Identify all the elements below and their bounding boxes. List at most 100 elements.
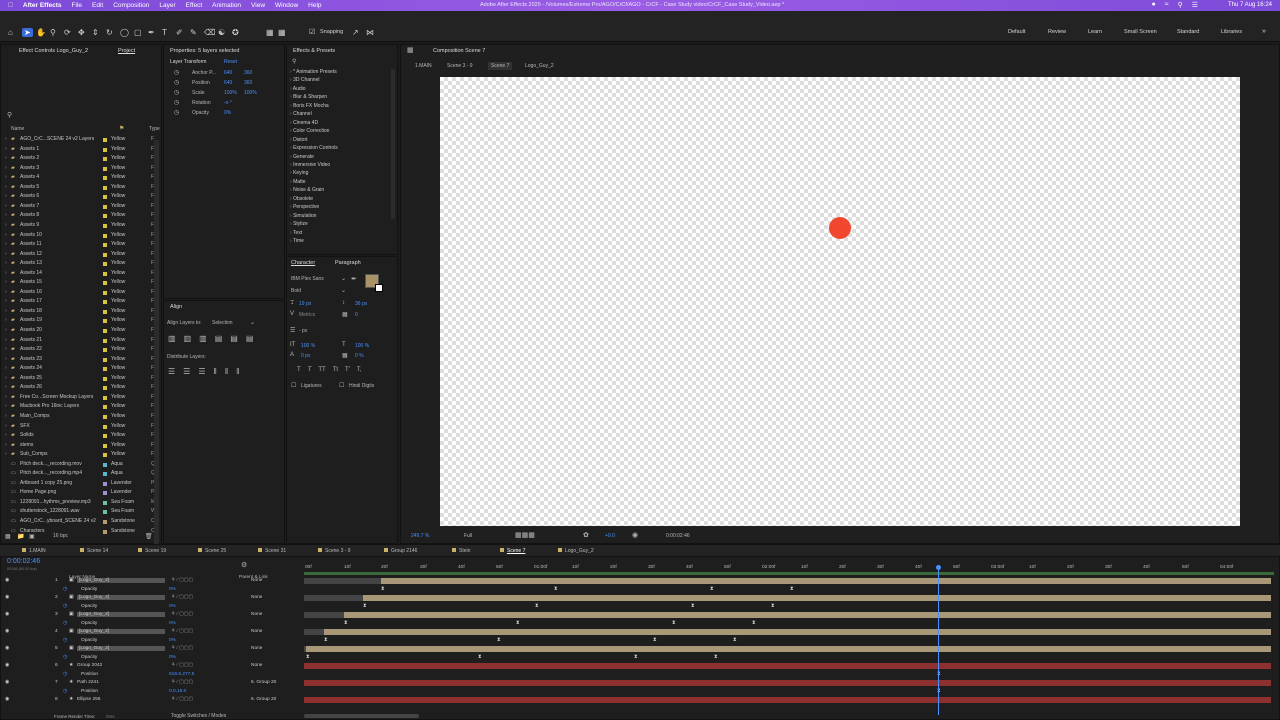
col-header-name[interactable]: Name [11,126,24,132]
breadcrumb-main[interactable]: 1.MAIN [415,63,432,69]
effect-category[interactable]: › Audio [290,86,306,92]
layer-switches[interactable]: ⚘ ∕ ▢▢▢ [171,645,193,651]
list-item[interactable]: › ▰ Sub_Comps Yellow F [3,451,159,461]
snap-option-icon[interactable]: ↗ [352,28,359,37]
superscript-icon[interactable]: T' [345,367,350,373]
puppet-tool-icon[interactable]: ✪ [232,28,239,37]
property-row[interactable]: ◷ Opacity 0% [1,620,301,629]
label-swatch[interactable] [103,204,107,209]
effect-category[interactable]: › Generate [290,154,314,160]
layer-row[interactable]: ◉ 8 ★ Ellipse 256 ⚘ ∕ ▢▢▢ 6. Group 20 [1,696,301,705]
tab-character[interactable]: Character [291,260,315,266]
disclosure-triangle-icon[interactable]: › [5,413,7,419]
rectangle-tool-icon[interactable]: ▢ [134,28,142,37]
tab-scene-3-9[interactable]: Scene 3 - 9 [318,548,351,554]
stopwatch-icon[interactable]: ◷ [174,109,179,116]
effect-category[interactable]: › Noise & Grain [290,187,324,193]
keyframe-icon[interactable]: ⧗ [306,654,310,660]
hand-tool-icon[interactable]: ✋ [36,28,46,37]
keyframe-icon[interactable]: ⧗ [554,586,558,592]
zoom-select[interactable]: 249.7 % [411,533,429,539]
property-value[interactable]: 0% [169,587,176,592]
keyframe-icon[interactable]: ⧗ [363,603,367,609]
list-item[interactable]: › ▰ Assets 8 Yellow F [3,212,159,222]
tab-stein[interactable]: Stein [452,548,470,554]
label-swatch[interactable] [103,195,107,200]
property-row[interactable]: ◷ Opacity 0% [1,637,301,646]
tracking-field[interactable]: 0 [355,312,358,318]
label-swatch[interactable] [103,271,107,276]
layer-duration-bar[interactable] [381,578,1271,584]
label-swatch[interactable] [103,529,107,534]
property-row[interactable]: ◷ Position 0.0,15.0 [1,688,301,697]
property-value[interactable]: 616.6,277.5 [169,672,194,677]
list-item[interactable]: › ▰ Assets 21 Yellow F [3,337,159,347]
layer-duration-bar[interactable] [304,680,1271,686]
record-icon[interactable]: ● [1152,1,1156,9]
effect-category[interactable]: › Blur & Sharpen [290,94,327,100]
breadcrumb-logo-guy[interactable]: Logo_Guy_2 [525,63,554,69]
layer-switches[interactable]: ⚘ ∕ ▢▢▢ [171,577,193,583]
stopwatch-icon[interactable]: ◷ [63,671,67,677]
vertical-scale-field[interactable]: 100 % [301,343,315,349]
snap-option-2-icon[interactable]: ⋈ [366,28,374,37]
list-item[interactable]: ▭ AGO_CrC...yboard_SCENE 24 v2 Sandstone C [3,518,159,528]
workspace-libraries[interactable]: Libraries [1221,29,1242,35]
font-size-field[interactable]: 19 px [299,301,311,307]
effect-category[interactable]: › Matte [290,179,306,185]
effect-category[interactable]: › Obsolete [290,196,313,202]
keyframe-icon[interactable]: ⧗ [653,637,657,643]
disclosure-triangle-icon[interactable]: › [5,317,7,323]
disclosure-triangle-icon[interactable]: › [5,222,7,228]
menu-animation[interactable]: Animation [212,2,241,9]
faux-bold-icon[interactable]: T [297,367,301,373]
tab-scene-14[interactable]: Scene 14 [80,548,108,554]
property-value[interactable]: 100% [224,90,237,96]
list-item[interactable]: › ▰ Assets 1 Yellow F [3,146,159,156]
label-swatch[interactable] [103,185,107,190]
eye-icon[interactable]: ◉ [5,594,9,600]
disclosure-triangle-icon[interactable]: › [5,375,7,381]
keyframe-icon[interactable]: ⧗ [752,620,756,626]
layer-name[interactable]: [Logo_Guy_2] [77,578,165,583]
eyedropper-icon[interactable]: ✒ [351,275,357,283]
tab-scene-25[interactable]: Scene 25 [198,548,226,554]
playhead-line[interactable] [938,565,939,715]
stopwatch-icon[interactable]: ◷ [63,688,67,694]
keyframe-icon[interactable]: ⧗ [516,620,520,626]
label-swatch[interactable] [103,319,107,324]
apple-icon[interactable]:  [8,2,13,9]
keyframe-icon[interactable]: ⧗ [535,603,539,609]
comp-timecode[interactable]: 0:00:02:46 [666,533,690,539]
parent-select[interactable]: None [251,595,262,600]
stopwatch-icon[interactable]: ◷ [63,654,67,660]
label-swatch[interactable] [103,138,107,142]
stopwatch-icon[interactable]: ◷ [174,89,179,96]
list-item[interactable]: › ▰ Assets 7 Yellow F [3,203,159,213]
layer-duration-bar[interactable] [304,697,1271,703]
keyframe-icon[interactable]: ⧗ [324,637,328,643]
parent-select[interactable]: None [251,612,262,617]
list-item[interactable]: › ▰ Assets 9 Yellow F [3,222,159,232]
baseline-field[interactable]: 0 px [301,353,310,359]
effect-category[interactable]: › Color Correction [290,128,329,134]
label-swatch[interactable] [103,520,107,524]
type-tool-icon[interactable]: T [162,28,167,37]
quality-select[interactable]: Full [464,533,472,539]
disclosure-triangle-icon[interactable]: › [5,403,7,409]
keyframe-icon[interactable]: ⧗ [381,586,385,592]
layer-row[interactable]: ◉ 4 ▣ [Logo_Guy_2] ⚘ ∕ ▢▢▢ None [1,628,301,637]
disclosure-triangle-icon[interactable]: › [5,365,7,371]
stopwatch-icon[interactable]: ◷ [63,586,67,592]
property-row[interactable]: ◷ Position 616.6,277.5 [1,671,301,680]
tab-effect-controls[interactable]: Effect Controls Logo_Guy_2 [19,48,88,54]
list-item[interactable]: › ▰ Macbook Pro 16inc Layers Yellow F [3,403,159,413]
disclosure-triangle-icon[interactable]: › [5,289,7,295]
layer-switches[interactable]: ⚘ ∕ ▢▢▢ [171,594,193,600]
list-item[interactable]: › ▰ Assets 18 Yellow F [3,308,159,318]
label-swatch[interactable] [103,338,107,343]
all-caps-icon[interactable]: TT [318,367,325,373]
search-icon[interactable]: ⚲ [292,58,296,65]
disclosure-triangle-icon[interactable]: › [5,270,7,276]
search-icon[interactable]: ⚲ [7,111,12,119]
